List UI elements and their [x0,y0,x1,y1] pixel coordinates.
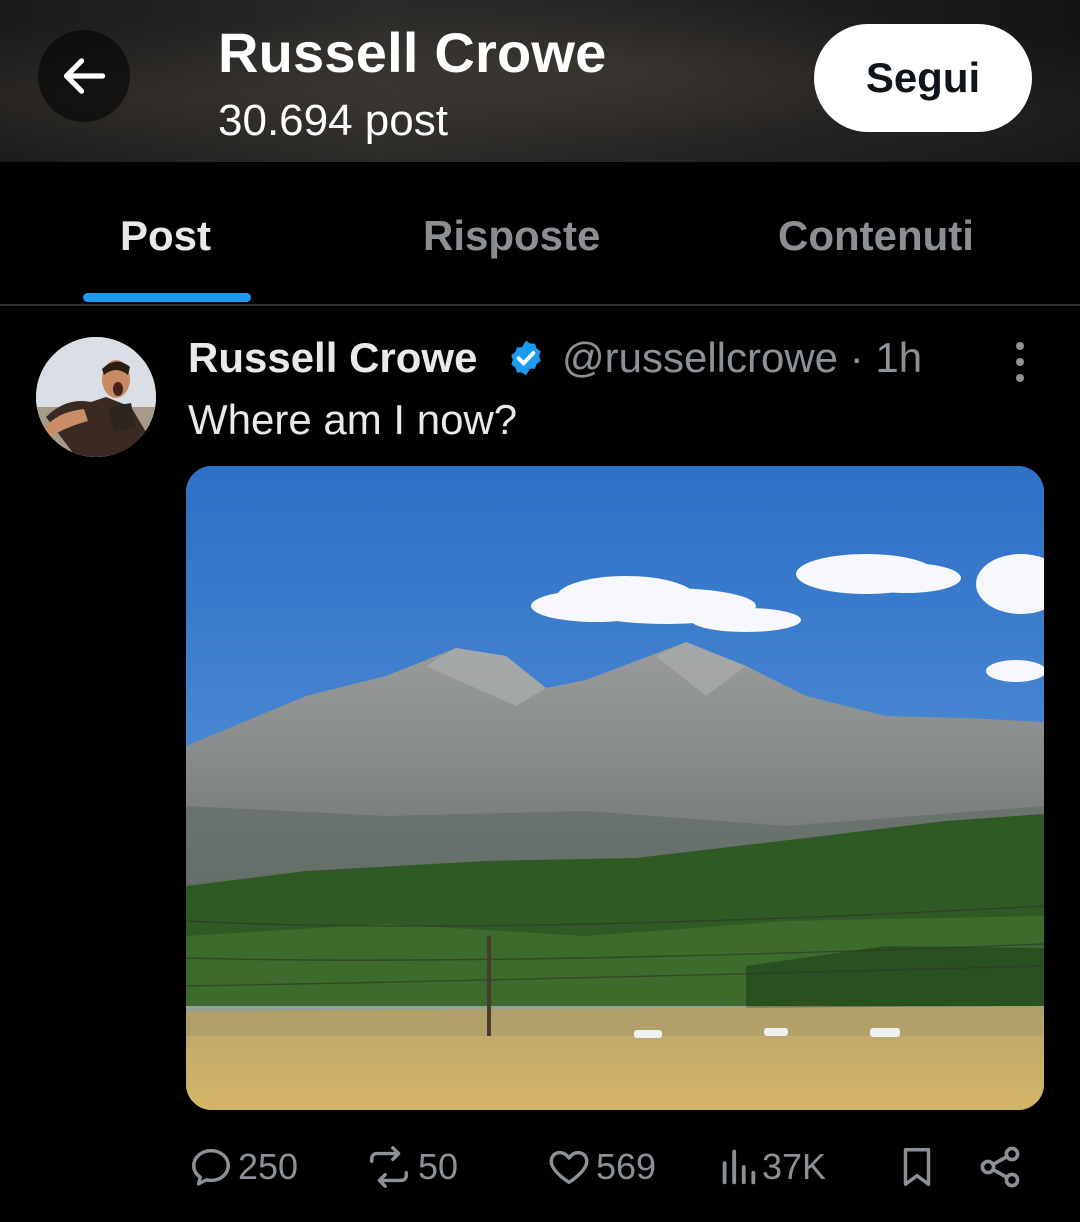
bookmark-button[interactable] [896,1142,938,1192]
tab-risposte[interactable]: Risposte [423,212,600,260]
mountain-landscape-photo [186,466,1044,1110]
tweet-actions: 250 50 569 37K [0,1128,1080,1208]
tweet-handle-time[interactable]: @russellcrowe · 1h [562,334,922,382]
avatar[interactable] [36,337,156,457]
reply-icon [192,1148,230,1186]
profile-header: Russell Crowe 30.694 post Segui [0,0,1080,162]
views-chart-icon [722,1149,756,1185]
share-button[interactable] [976,1142,1024,1192]
repost-icon [370,1146,408,1188]
tab-post[interactable]: Post [120,212,211,260]
avatar-image [36,337,156,457]
repost-button[interactable]: 50 [364,1142,458,1192]
active-tab-indicator [83,293,251,302]
profile-name: Russell Crowe [218,21,607,84]
tweet-media-image[interactable] [186,466,1044,1110]
reply-button[interactable]: 250 [188,1142,298,1192]
tab-contenuti[interactable]: Contenuti [778,212,974,260]
post-count: 30.694 post [218,96,448,145]
tweet-author-name[interactable]: Russell Crowe [188,334,477,382]
follow-button[interactable]: Segui [814,24,1032,132]
back-button[interactable] [38,30,130,122]
heart-icon [549,1150,589,1185]
reply-count: 250 [238,1146,299,1187]
bookmark-icon [903,1148,931,1186]
arrow-left-icon [63,58,106,94]
profile-tabs: Post Risposte Contenuti [0,162,1080,304]
views-button[interactable]: 37K [718,1142,826,1192]
repost-count: 50 [418,1146,459,1187]
tabs-divider [0,304,1080,306]
share-icon [980,1146,1020,1188]
views-count: 37K [762,1146,827,1187]
verified-badge-icon [511,340,541,376]
like-button[interactable]: 569 [546,1142,656,1192]
more-options-icon[interactable] [1008,340,1032,384]
tweet-text: Where am I now? [188,396,518,443]
like-count: 569 [596,1146,657,1187]
